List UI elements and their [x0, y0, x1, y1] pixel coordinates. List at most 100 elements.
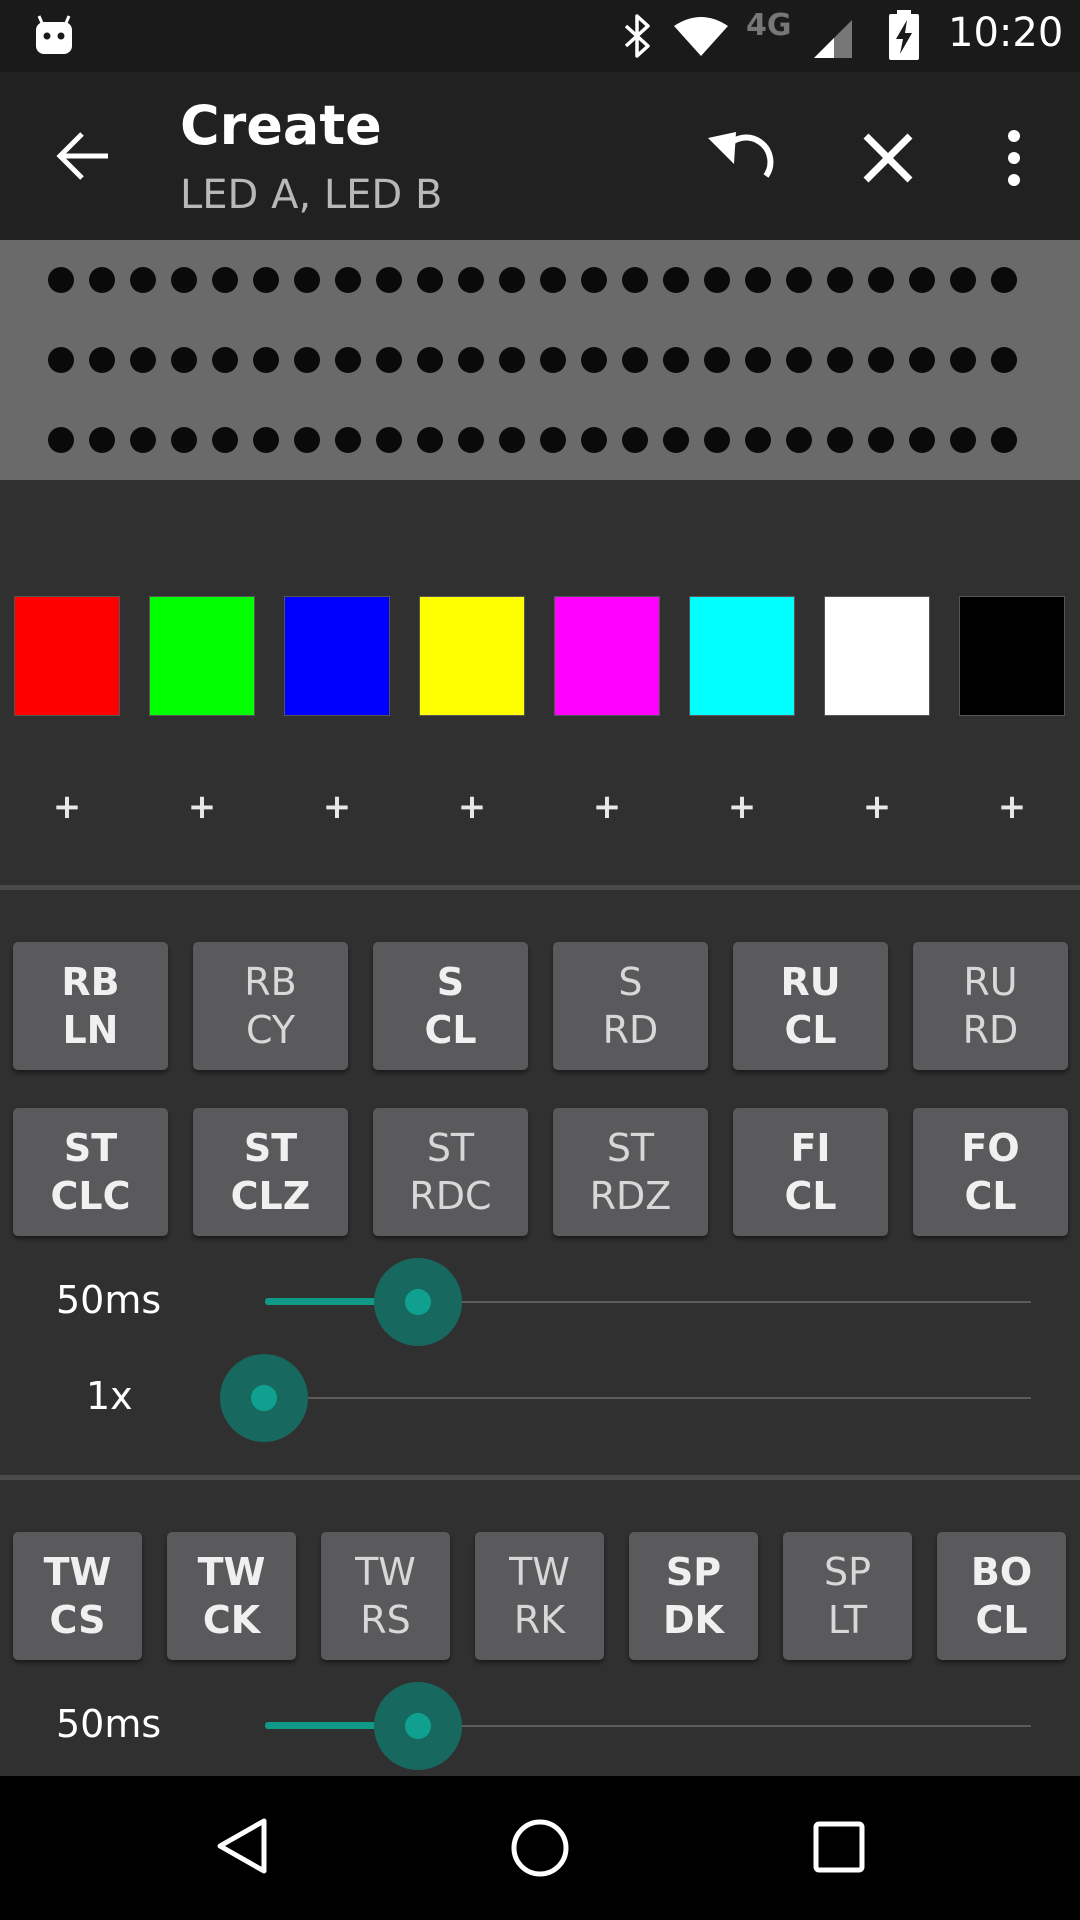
- led-dot: [48, 347, 74, 373]
- led-dot: [581, 347, 607, 373]
- recents-square-icon[interactable]: [812, 1820, 868, 1876]
- cell-signal-icon: [814, 20, 852, 58]
- effect-button[interactable]: SP LT: [783, 1532, 912, 1660]
- app-bar: Create LED A, LED B: [0, 72, 1080, 240]
- led-dot: [171, 347, 197, 373]
- led-dot: [868, 347, 894, 373]
- back-triangle-icon[interactable]: [214, 1816, 270, 1876]
- led-dot: [991, 267, 1017, 293]
- led-dot: [417, 267, 443, 293]
- add-color-button[interactable]: +: [982, 782, 1042, 832]
- led-dot: [950, 267, 976, 293]
- effect-button[interactable]: RB LN: [13, 942, 168, 1070]
- effect-button[interactable]: ST RDC: [373, 1108, 528, 1236]
- battery-charging-icon: [889, 10, 919, 60]
- effect-button[interactable]: RB CY: [193, 942, 348, 1070]
- led-dot: [581, 267, 607, 293]
- home-circle-icon[interactable]: [510, 1818, 570, 1878]
- divider: [0, 1475, 1080, 1480]
- led-dot: [253, 347, 279, 373]
- led-dot: [130, 347, 156, 373]
- led-dot: [253, 267, 279, 293]
- effect-button[interactable]: RU CL: [733, 942, 888, 1070]
- add-color-button[interactable]: +: [442, 782, 502, 832]
- led-dot: [745, 347, 771, 373]
- effect-button[interactable]: SP DK: [629, 1532, 758, 1660]
- led-dot: [335, 347, 361, 373]
- effect-button[interactable]: BO CL: [937, 1532, 1066, 1660]
- color-swatch[interactable]: [824, 596, 930, 716]
- more-vert-icon[interactable]: [1004, 128, 1024, 188]
- add-color-button[interactable]: +: [712, 782, 772, 832]
- network-type-label: 4G: [746, 8, 792, 43]
- add-color-button[interactable]: +: [37, 782, 97, 832]
- led-dot: [704, 347, 730, 373]
- effect-button[interactable]: ST CLC: [13, 1108, 168, 1236]
- color-swatch[interactable]: [14, 596, 120, 716]
- speed-slider-2-thumb-core: [405, 1713, 431, 1739]
- led-dot: [212, 427, 238, 453]
- navigation-bar: [0, 1776, 1080, 1920]
- effect-button[interactable]: S RD: [553, 942, 708, 1070]
- color-swatch[interactable]: [689, 596, 795, 716]
- led-dot: [991, 427, 1017, 453]
- led-dot: [663, 427, 689, 453]
- led-dot: [130, 427, 156, 453]
- led-dot: [827, 267, 853, 293]
- effect-button[interactable]: FO CL: [913, 1108, 1068, 1236]
- add-color-button[interactable]: +: [847, 782, 907, 832]
- led-dot: [171, 427, 197, 453]
- led-dot: [991, 347, 1017, 373]
- led-dot: [786, 427, 812, 453]
- led-dot: [458, 267, 484, 293]
- led-dot: [827, 347, 853, 373]
- effect-button[interactable]: ST RDZ: [553, 1108, 708, 1236]
- repeat-slider-track: [265, 1397, 1031, 1399]
- undo-icon[interactable]: [706, 124, 778, 184]
- add-color-button[interactable]: +: [307, 782, 367, 832]
- effect-button[interactable]: TW RS: [321, 1532, 450, 1660]
- effect-button[interactable]: S CL: [373, 942, 528, 1070]
- led-dot: [622, 267, 648, 293]
- led-dot: [294, 427, 320, 453]
- led-dot: [253, 427, 279, 453]
- color-swatch[interactable]: [419, 596, 525, 716]
- close-icon[interactable]: [860, 130, 916, 186]
- effect-button[interactable]: TW RK: [475, 1532, 604, 1660]
- led-dot: [909, 347, 935, 373]
- color-swatch[interactable]: [284, 596, 390, 716]
- led-dot: [376, 427, 402, 453]
- color-swatch[interactable]: [149, 596, 255, 716]
- led-dot: [89, 347, 115, 373]
- speed-slider-thumb-core: [405, 1289, 431, 1315]
- effect-button[interactable]: ST CLZ: [193, 1108, 348, 1236]
- speed-label-2: 50ms: [56, 1702, 162, 1746]
- led-dot: [48, 427, 74, 453]
- led-dot: [622, 427, 648, 453]
- page-title: Create: [180, 94, 382, 157]
- add-color-row: + + + + + + + +: [0, 782, 1080, 832]
- led-dot: [868, 427, 894, 453]
- status-bar: 4G 10:20: [0, 0, 1080, 72]
- color-swatch[interactable]: [959, 596, 1065, 716]
- led-dot: [950, 347, 976, 373]
- led-dot: [745, 427, 771, 453]
- led-row-2: [48, 347, 1017, 373]
- effect-button[interactable]: FI CL: [733, 1108, 888, 1236]
- led-dot: [294, 267, 320, 293]
- effect-button[interactable]: RU RD: [913, 942, 1068, 1070]
- led-preview: [0, 240, 1080, 480]
- led-dot: [950, 427, 976, 453]
- led-dot: [868, 267, 894, 293]
- effect-button[interactable]: TW CS: [13, 1532, 142, 1660]
- add-color-button[interactable]: +: [577, 782, 637, 832]
- color-swatch[interactable]: [554, 596, 660, 716]
- wifi-icon: [674, 17, 728, 56]
- led-dot: [499, 427, 525, 453]
- bluetooth-icon: [624, 14, 650, 58]
- back-arrow-icon[interactable]: [56, 130, 110, 182]
- led-dot: [458, 347, 484, 373]
- add-color-button[interactable]: +: [172, 782, 232, 832]
- effect-button[interactable]: TW CK: [167, 1532, 296, 1660]
- led-dot: [827, 427, 853, 453]
